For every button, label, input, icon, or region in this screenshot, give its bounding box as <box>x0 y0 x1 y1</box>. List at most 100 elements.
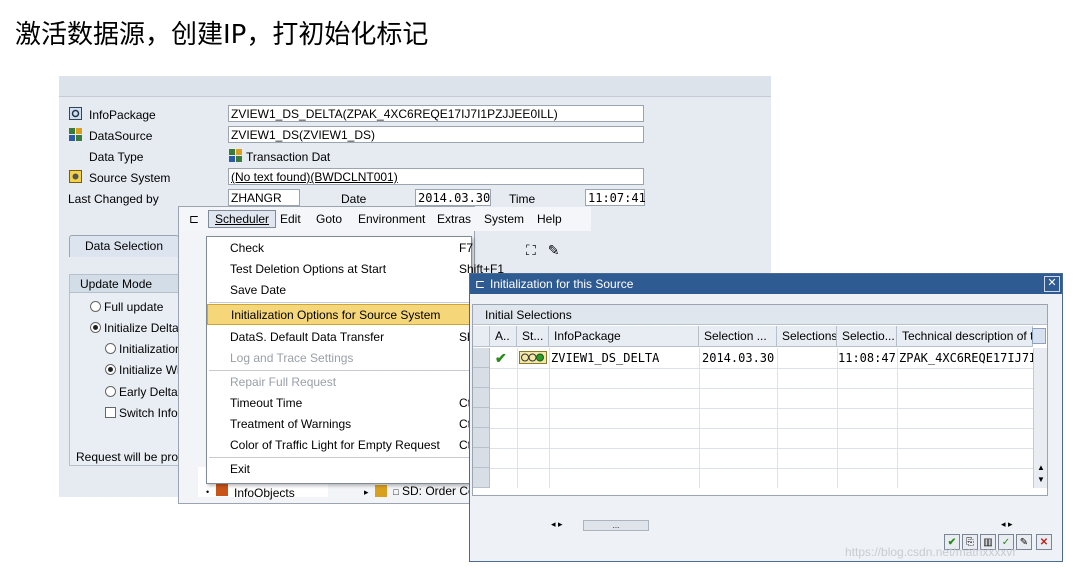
horizontal-scroll-thumb[interactable]: ... <box>583 520 649 531</box>
slide-title: 激活数据源，创建IP，打初始化标记 <box>15 20 429 50</box>
infopackage-field[interactable]: ZVIEW1_DS_DELTA(ZPAK_4XC6REQE17IJ7I1PZJJ… <box>228 105 644 122</box>
time-field[interactable]: 11:07:41 <box>585 189 646 206</box>
header-row-selector[interactable] <box>473 326 490 347</box>
create-icon[interactable]: ✎ <box>548 242 560 258</box>
update-mode-title: Update Mode <box>70 275 192 293</box>
grid-line <box>897 348 898 488</box>
menu-goto[interactable]: Goto <box>316 212 342 226</box>
dialog-title: ⊏ Initialization for this Source ✕ <box>470 274 1062 294</box>
date-field[interactable]: 2014.03.30 <box>415 189 491 206</box>
exit-label: Exit <box>230 462 251 476</box>
menu-extras[interactable]: Extras <box>437 212 471 226</box>
datatype-value: Transaction Dat <box>246 150 331 164</box>
repair-label: Repair Full Request <box>230 375 337 389</box>
init-delta-radio[interactable] <box>90 322 101 333</box>
tree-infoobjects[interactable]: InfoObjects <box>234 486 295 500</box>
col-header-a[interactable]: A.. <box>490 326 517 347</box>
menu-item-check[interactable]: Check F7 <box>207 238 474 259</box>
changed-user-field[interactable]: ZHANGR <box>228 189 300 206</box>
time-label: Time <box>509 192 536 206</box>
menu-separator <box>209 302 469 303</box>
row-selector[interactable] <box>473 348 490 368</box>
menu-item-save-date[interactable]: Save Date <box>207 280 471 301</box>
tree-sd-order-row[interactable]: ▸ □ SD: Order Co <box>364 484 475 498</box>
grid-line <box>490 408 1033 409</box>
initialization-dialog: ⊏ Initialization for this Source ✕ Initi… <box>469 273 1063 562</box>
watermark: https://blog.csdn.net/matrixxxxvr <box>845 545 1017 559</box>
menu-item-test-deletion[interactable]: Test Deletion Options at Start Shift+F1 <box>207 259 504 280</box>
row-selector[interactable] <box>473 388 490 408</box>
close-icon[interactable]: ✕ <box>1044 276 1060 292</box>
datasource-row: DataSource ZVIEW1_DS(ZVIEW1_DS) <box>59 125 659 146</box>
col-header-selection-time[interactable]: Selectio... <box>837 326 897 347</box>
menu-item-traffic-light[interactable]: Color of Traffic Light for Empty Request… <box>207 435 499 456</box>
check-shortcut: F7 <box>459 241 474 255</box>
menu-environment[interactable]: Environment <box>358 212 425 226</box>
init-options-label: Initialization Options for Source System <box>231 308 441 322</box>
init-with-radio[interactable] <box>105 364 116 375</box>
menu-system[interactable]: System <box>484 212 524 226</box>
column-layout-icon[interactable] <box>1032 328 1046 344</box>
source-system-icon <box>69 170 82 183</box>
cancel-icon[interactable]: ✕ <box>1036 534 1052 550</box>
menu-item-init-options[interactable]: Initialization Options for Source System <box>207 304 471 325</box>
infopackage-row: InfoPackage ZVIEW1_DS_DELTA(ZPAK_4XC6REQ… <box>59 104 659 125</box>
dialog-title-text: Initialization for this Source <box>490 277 634 291</box>
expand-icon[interactable]: ▸ <box>364 487 369 497</box>
menu-item-warnings[interactable]: Treatment of WarningsCtrl+Sh <box>207 414 499 435</box>
menu-item-datas-default[interactable]: DataS. Default Data Transfer Sh <box>207 327 474 348</box>
tree-bullet-icon: • <box>206 487 210 497</box>
early-delta-radio[interactable] <box>105 386 116 397</box>
node-bullet-icon: □ <box>393 487 399 497</box>
cell-selection-time: 11:08:47 <box>838 351 896 365</box>
row-selector[interactable] <box>473 368 490 388</box>
datasource-field[interactable]: ZVIEW1_DS(ZVIEW1_DS) <box>228 126 644 143</box>
menu-icon[interactable]: ⊏ <box>189 212 199 226</box>
row-selector[interactable] <box>473 468 490 488</box>
col-header-selection-date[interactable]: Selection ... <box>699 326 777 347</box>
check-label: Check <box>230 241 265 255</box>
update-mode-panel: Update Mode Full update Initialize Delta… <box>69 274 193 466</box>
col-header-status[interactable]: St... <box>517 326 549 347</box>
init-v-radio[interactable] <box>105 343 116 354</box>
scroll-up-icon[interactable]: ▲ <box>1037 463 1045 472</box>
row-selector[interactable] <box>473 448 490 468</box>
grid-line <box>549 348 550 488</box>
window-toolbar <box>59 76 771 97</box>
menu-item-exit[interactable]: Exit <box>207 459 471 480</box>
cell-infopackage[interactable]: ZVIEW1_DS_DELTA <box>551 351 659 365</box>
binoculars-icon[interactable]: ⛶ <box>526 242 536 258</box>
source-system-field[interactable]: (No text found)(BWDCLNT001) <box>228 168 644 185</box>
menu-scheduler[interactable]: Scheduler <box>208 210 277 228</box>
tab-data-selection[interactable]: Data Selection <box>69 235 179 257</box>
col-header-infopackage[interactable]: InfoPackage <box>549 326 699 347</box>
grid-line <box>490 388 1033 389</box>
tree-sd-order: SD: Order Co <box>402 484 475 498</box>
init-with-option[interactable]: Initialize With <box>105 363 190 377</box>
full-update-option[interactable]: Full update <box>90 300 163 314</box>
full-update-radio[interactable] <box>90 301 101 312</box>
h-scroll-right[interactable]: ◂ ▸ <box>1001 519 1013 530</box>
status-light-icon[interactable] <box>519 351 547 364</box>
request-note: Request will be proce <box>76 450 191 464</box>
datatype-icon <box>229 149 242 162</box>
infoobjects-icon <box>216 484 228 496</box>
menu-help[interactable]: Help <box>537 212 562 226</box>
grid-line <box>490 448 1033 449</box>
col-header-tech-desc[interactable]: Technical description of th <box>897 326 1033 347</box>
init-delta-option[interactable]: Initialize Delta P <box>90 321 190 335</box>
menu-edit[interactable]: Edit <box>280 212 301 226</box>
row-selector[interactable] <box>473 428 490 448</box>
edit-icon[interactable]: ✎ <box>1016 534 1032 550</box>
infopackage-icon <box>69 107 82 120</box>
datasource-icon <box>69 128 82 141</box>
col-header-selections[interactable]: Selections <box>777 326 837 347</box>
menu-item-log-trace: Log and Trace Settings <box>207 348 471 369</box>
switch-infop-option[interactable]: Switch InfoP <box>105 406 186 420</box>
menu-item-timeout[interactable]: Timeout TimeCtrl+Sh <box>207 393 499 414</box>
menu-bar: ⊏ Scheduler Edit Goto Environment Extras… <box>179 207 591 231</box>
scroll-down-icon[interactable]: ▼ <box>1037 475 1045 484</box>
row-selector[interactable] <box>473 408 490 428</box>
switch-infop-checkbox[interactable] <box>105 407 116 418</box>
vertical-scrollbar[interactable]: ▲ ▼ <box>1033 348 1047 488</box>
